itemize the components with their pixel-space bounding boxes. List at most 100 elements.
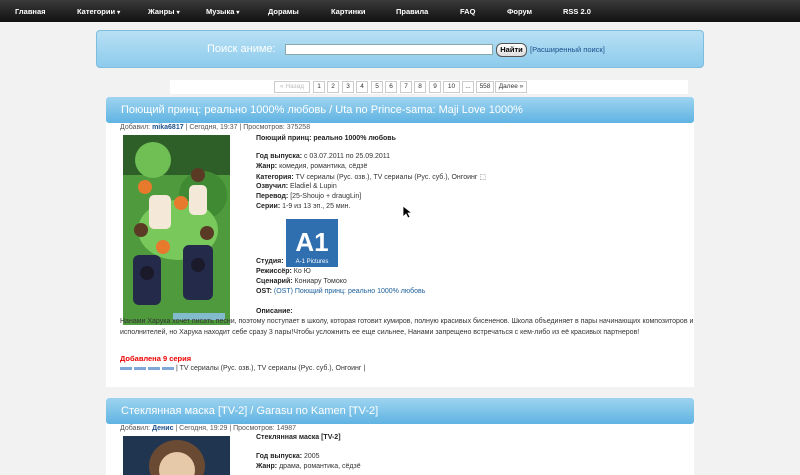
- field-year: Год выпуска: с 03.07.2011 по 25.09.2011: [256, 153, 390, 160]
- nav-label: Музыка: [206, 7, 235, 16]
- search-label: Поиск аниме:: [207, 43, 276, 55]
- nav-label: Жанры: [148, 7, 175, 16]
- search-panel: Поиск аниме: Найти [Расширенный поиск]: [96, 30, 704, 68]
- anime-name: Поющий принц: реально 1000% любовь: [256, 135, 396, 142]
- description-text: Нанами Харука хочет писать песни, поэтом…: [120, 318, 694, 336]
- field-value[interactable]: TV сериалы (Рус. озв.), TV сериалы (Рус.…: [294, 174, 486, 181]
- page-link[interactable]: 5: [371, 81, 383, 93]
- post-date: | Сегодня, 19:29 | Просмотров: 14987: [175, 425, 297, 432]
- page-next[interactable]: Далее »: [495, 81, 527, 93]
- anime-poster[interactable]: [123, 135, 230, 325]
- nav-music[interactable]: Музыка ▾: [206, 7, 239, 16]
- nav-forum[interactable]: Форум: [507, 7, 532, 16]
- added-by-label: Добавил:: [120, 425, 151, 432]
- chevron-down-icon: ▾: [176, 10, 180, 16]
- page-link[interactable]: 3: [342, 81, 354, 93]
- field-value: 2005: [302, 453, 320, 460]
- nav-label: Правила: [396, 7, 429, 16]
- mouse-cursor-icon: [403, 206, 412, 219]
- search-input[interactable]: [285, 44, 493, 55]
- nav-label: Дорамы: [268, 7, 299, 16]
- field-label: Серии:: [256, 203, 281, 210]
- field-label: Жанр:: [256, 163, 278, 170]
- field-script: Сценарий: Кониару Томоко: [256, 278, 347, 285]
- field-label: Перевод:: [256, 193, 289, 200]
- rating-bar: [120, 366, 174, 370]
- page-prev[interactable]: « Назад: [274, 81, 310, 93]
- field-label: Год выпуска:: [256, 153, 303, 160]
- field-label: Озвучил:: [256, 183, 289, 190]
- description-heading: Описание:: [256, 308, 293, 315]
- page-link[interactable]: 1: [313, 81, 325, 93]
- field-year: Год выпуска: 2005: [256, 453, 320, 460]
- anime-poster[interactable]: [123, 436, 230, 475]
- chevron-down-icon: ▾: [117, 10, 121, 16]
- chevron-down-icon: ▾: [236, 10, 240, 16]
- post-title[interactable]: Поющий принц: реально 1000% любовь / Uta…: [106, 97, 694, 123]
- page-link[interactable]: 10: [443, 81, 460, 93]
- nav-home[interactable]: Главная: [15, 7, 46, 16]
- advanced-search-link[interactable]: [Расширенный поиск]: [530, 45, 605, 54]
- field-studio: Студия:: [256, 258, 284, 265]
- field-value: [25-Shoujo + draugLin]: [288, 193, 362, 200]
- field-value: Кониару Томоко: [292, 278, 347, 285]
- tag-line: | TV сериалы (Рус. озв.), TV сериалы (Ру…: [120, 365, 365, 372]
- field-label: Год выпуска:: [256, 453, 303, 460]
- field-value: 1-9 из 13 эп., 25 мин.: [280, 203, 351, 210]
- post-card: Стеклянная маска [TV-2] / Garasu no Kame…: [106, 398, 694, 475]
- tag-list[interactable]: | TV сериалы (Рус. озв.), TV сериалы (Ру…: [176, 365, 365, 372]
- field-value: Eladiel & Lupin: [288, 183, 337, 190]
- nav-pictures[interactable]: Картинки: [331, 7, 366, 16]
- field-label: Жанр:: [256, 463, 278, 470]
- ost-link[interactable]: (OST) Поющий принц: реально 1000% любовь: [272, 288, 426, 295]
- pagination: « Назад 1 2 3 4 5 6 7 8 9 10 ... 558 Дал…: [170, 80, 688, 94]
- nav-rules[interactable]: Правила: [396, 7, 428, 16]
- page-ellipsis: ...: [462, 81, 474, 93]
- top-navbar: Главная Категории ▾ Жанры ▾ Музыка ▾ Дорамы…: [0, 0, 800, 22]
- field-value: с 03.07.2011 по 25.09.2011: [302, 153, 391, 160]
- search-button[interactable]: Найти: [496, 43, 527, 57]
- nav-label: Главная: [15, 7, 46, 16]
- author-link[interactable]: Денис: [152, 425, 173, 432]
- field-label: Студия:: [256, 258, 284, 265]
- page-link[interactable]: 6: [385, 81, 397, 93]
- page-link[interactable]: 4: [356, 81, 368, 93]
- nav-label: FAQ: [460, 7, 476, 16]
- field-ost: OST: (OST) Поющий принц: реально 1000% л…: [256, 288, 425, 295]
- post-name-line: Поющий принц: реально 1000% любовь: [256, 135, 396, 142]
- field-value[interactable]: комедия, романтика, сёдзё: [277, 163, 367, 170]
- episode-added-notice: Добавлена 9 серия: [120, 354, 192, 363]
- field-value[interactable]: драма, романтика, сёдзё: [277, 463, 361, 470]
- field-director: Режиссёр: Ко Ю: [256, 268, 311, 275]
- studio-logo: A1 A-1 Pictures: [286, 219, 338, 267]
- nav-genres[interactable]: Жанры ▾: [148, 7, 180, 16]
- field-value: Ко Ю: [291, 268, 311, 275]
- field-voice: Озвучил: Eladiel & Lupin: [256, 183, 337, 190]
- page-link[interactable]: 2: [327, 81, 339, 93]
- page-link[interactable]: 9: [429, 81, 441, 93]
- field-translation: Перевод: [25-Shoujo + draugLin]: [256, 193, 361, 200]
- post-card: Поющий принц: реально 1000% любовь / Uta…: [106, 97, 694, 387]
- author-link[interactable]: mika6817: [152, 124, 184, 131]
- post-name-line: Стеклянная маска [TV-2]: [256, 434, 341, 441]
- post-title[interactable]: Стеклянная маска [TV-2] / Garasu no Kame…: [106, 398, 694, 424]
- post-meta: Добавил: mika6817 | Сегодня, 19:37 | Про…: [120, 124, 310, 131]
- field-genre: Жанр: комедия, романтика, сёдзё: [256, 163, 367, 170]
- nav-label: RSS 2.0: [563, 7, 591, 16]
- field-label: Режиссёр:: [256, 268, 292, 275]
- field-genre: Жанр: драма, романтика, сёдзё: [256, 463, 361, 470]
- page-link[interactable]: 558: [476, 81, 494, 93]
- field-label: OST:: [256, 288, 272, 295]
- nav-rss[interactable]: RSS 2.0: [563, 7, 591, 16]
- field-label: Категория:: [256, 174, 294, 181]
- nav-faq[interactable]: FAQ: [460, 7, 475, 16]
- field-label: Сценарий:: [256, 278, 293, 285]
- page-link[interactable]: 8: [414, 81, 426, 93]
- nav-label: Картинки: [331, 7, 366, 16]
- nav-label: Форум: [507, 7, 533, 16]
- post-meta: Добавил: Денис | Сегодня, 19:29 | Просмо…: [120, 425, 296, 432]
- page-link[interactable]: 7: [400, 81, 412, 93]
- svg-text:A1: A1: [295, 227, 328, 257]
- nav-categories[interactable]: Категории ▾: [77, 7, 120, 16]
- nav-dramas[interactable]: Дорамы: [268, 7, 299, 16]
